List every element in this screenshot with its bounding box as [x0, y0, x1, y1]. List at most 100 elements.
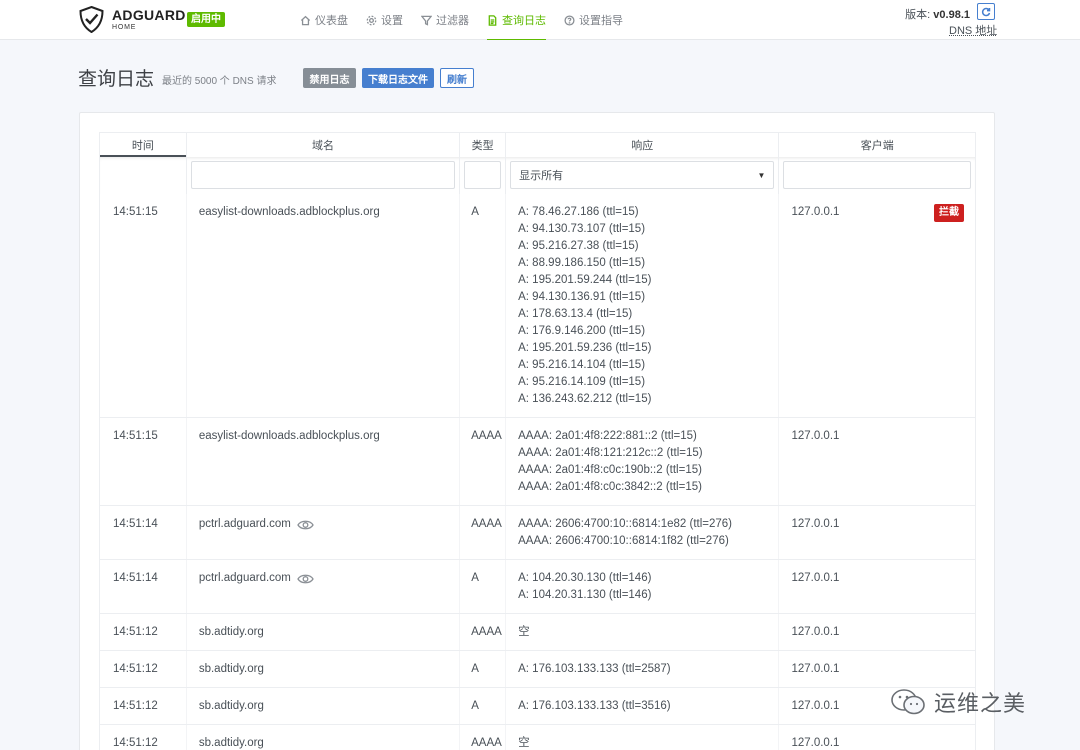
filter-row: 显示所有 ▼	[99, 157, 976, 194]
response-cell: 空	[506, 725, 779, 750]
domain-cell: sb.adtidy.org	[187, 614, 460, 650]
client-cell: 127.0.0.1	[779, 651, 975, 687]
response-filter-select[interactable]: 显示所有 ▼	[510, 161, 774, 189]
response-line: A: 94.130.136.91 (ttl=15)	[518, 289, 766, 306]
table-row: 14:51:15 easylist-downloads.adblockplus.o…	[99, 194, 976, 418]
watermark: 运维之美	[890, 686, 1026, 718]
type-cell: A	[460, 560, 506, 613]
version-info: 版本: v0.98.1	[905, 6, 970, 22]
column-time[interactable]: 时间	[100, 133, 187, 157]
refresh-button[interactable]: 刷新	[440, 68, 474, 88]
time-cell: 14:51:12	[100, 725, 187, 750]
page-title: 查询日志	[78, 64, 154, 91]
domain-text: pctrl.adguard.com	[199, 516, 291, 533]
domain-cell: sb.adtidy.org	[187, 688, 460, 724]
response-line: A: 176.9.146.200 (ttl=15)	[518, 323, 766, 340]
response-cell: A: 176.103.133.133 (ttl=2587)	[506, 651, 779, 687]
response-line: A: 176.103.133.133 (ttl=3516)	[518, 698, 766, 715]
column-type[interactable]: 类型	[460, 133, 506, 157]
time-cell: 14:51:12	[100, 614, 187, 650]
response-line: A: 88.99.186.150 (ttl=15)	[518, 255, 766, 272]
response-line: 空	[518, 735, 766, 750]
page-subtitle: 最近的 5000 个 DNS 请求	[162, 72, 276, 87]
response-line: A: 78.46.27.186 (ttl=15)	[518, 204, 766, 221]
domain-text: easylist-downloads.adblockplus.org	[199, 428, 380, 445]
domain-cell: easylist-downloads.adblockplus.org	[187, 194, 460, 417]
response-line: A: 104.20.30.130 (ttl=146)	[518, 570, 766, 587]
client-cell: 127.0.0.1	[779, 614, 975, 650]
column-domain[interactable]: 域名	[187, 133, 460, 157]
domain-filter-input[interactable]	[191, 161, 455, 189]
table-row: 14:51:12 sb.adtidy.org A A: 176.103.133.133…	[99, 688, 976, 725]
client-ip: 127.0.0.1	[791, 663, 839, 675]
response-line: A: 176.103.133.133 (ttl=2587)	[518, 661, 766, 678]
eye-icon[interactable]	[297, 519, 314, 531]
block-button[interactable]: 拦截	[934, 204, 964, 222]
filter-icon	[421, 15, 432, 26]
nav-dashboard-label: 仪表盘	[315, 12, 348, 28]
home-icon	[300, 15, 311, 26]
type-filter-cell	[460, 157, 506, 194]
response-cell: AAAA: 2606:4700:10::6814:1e82 (ttl=276) A…	[506, 506, 779, 559]
client-filter-input[interactable]	[783, 161, 971, 189]
type-cell: A	[460, 688, 506, 724]
check-update-button[interactable]	[977, 3, 995, 20]
domain-cell: easylist-downloads.adblockplus.org	[187, 418, 460, 505]
type-cell: AAAA	[460, 725, 506, 750]
table-row: 14:51:14 pctrl.adguard.com AAAA AAAA: 2606:…	[99, 506, 976, 560]
nav-setup-guide-label: 设置指导	[579, 12, 623, 28]
nav-settings[interactable]: 设置	[366, 0, 403, 40]
type-filter-input[interactable]	[464, 161, 501, 189]
adguard-logo[interactable]: ADGUARD HOME	[79, 6, 186, 33]
response-line: A: 95.216.27.38 (ttl=15)	[518, 238, 766, 255]
domain-cell: pctrl.adguard.com	[187, 560, 460, 613]
domain-text: pctrl.adguard.com	[199, 570, 291, 587]
response-filter-value: 显示所有	[519, 167, 563, 183]
domain-cell: pctrl.adguard.com	[187, 506, 460, 559]
domain-text: sb.adtidy.org	[199, 735, 264, 750]
version-label: 版本:	[905, 9, 933, 21]
client-cell: 127.0.0.1	[779, 560, 975, 613]
nav-settings-label: 设置	[381, 12, 403, 28]
disable-log-button[interactable]: 禁用日志	[303, 68, 356, 88]
client-ip: 127.0.0.1	[791, 737, 839, 749]
shield-check-icon	[79, 6, 104, 33]
response-line: A: 94.130.73.107 (ttl=15)	[518, 221, 766, 238]
type-cell: A	[460, 651, 506, 687]
domain-text: sb.adtidy.org	[199, 661, 264, 678]
help-icon	[564, 15, 575, 26]
response-line: 空	[518, 624, 766, 641]
time-cell: 14:51:14	[100, 506, 187, 559]
nav-query-log[interactable]: 查询日志	[487, 0, 546, 40]
nav-setup-guide[interactable]: 设置指导	[564, 0, 623, 40]
table-row: 14:51:14 pctrl.adguard.com A A: 104.20.30.1…	[99, 560, 976, 614]
type-cell: AAAA	[460, 614, 506, 650]
domain-text: sb.adtidy.org	[199, 698, 264, 715]
client-cell: 127.0.0.1	[779, 506, 975, 559]
column-response[interactable]: 响应	[506, 133, 779, 157]
nav-dashboard[interactable]: 仪表盘	[300, 0, 348, 40]
column-client[interactable]: 客户端	[779, 133, 975, 157]
time-cell: 14:51:12	[100, 688, 187, 724]
time-filter-cell	[100, 157, 187, 194]
download-log-button[interactable]: 下载日志文件	[362, 68, 434, 88]
response-line: A: 95.216.14.104 (ttl=15)	[518, 357, 766, 374]
response-cell: AAAA: 2a01:4f8:222:881::2 (ttl=15) AAAA: …	[506, 418, 779, 505]
table-row: 14:51:12 sb.adtidy.org A A: 176.103.133.133…	[99, 651, 976, 688]
watermark-text: 运维之美	[934, 686, 1026, 718]
version-number: v0.98.1	[933, 9, 970, 21]
client-cell: 127.0.0.1	[779, 418, 975, 505]
brand-name: ADGUARD	[112, 8, 186, 22]
table-header: 时间 域名 类型 响应 客户端	[99, 132, 976, 157]
time-cell: 14:51:15	[100, 194, 187, 417]
response-filter-cell: 显示所有 ▼	[506, 157, 779, 194]
response-line: AAAA: 2606:4700:10::6814:1f82 (ttl=276)	[518, 533, 766, 550]
table-row: 14:51:12 sb.adtidy.org AAAA 空 127.0.0.1	[99, 725, 976, 750]
eye-icon[interactable]	[297, 573, 314, 585]
domain-text: easylist-downloads.adblockplus.org	[199, 204, 380, 221]
nav-filters[interactable]: 过滤器	[421, 0, 469, 40]
top-header: ADGUARD HOME 启用中 仪表盘 设置 过滤器 查询日志 设置指导 版本…	[0, 0, 1080, 40]
dns-address-link[interactable]: DNS 地址	[949, 22, 997, 38]
time-cell: 14:51:15	[100, 418, 187, 505]
domain-cell: sb.adtidy.org	[187, 725, 460, 750]
